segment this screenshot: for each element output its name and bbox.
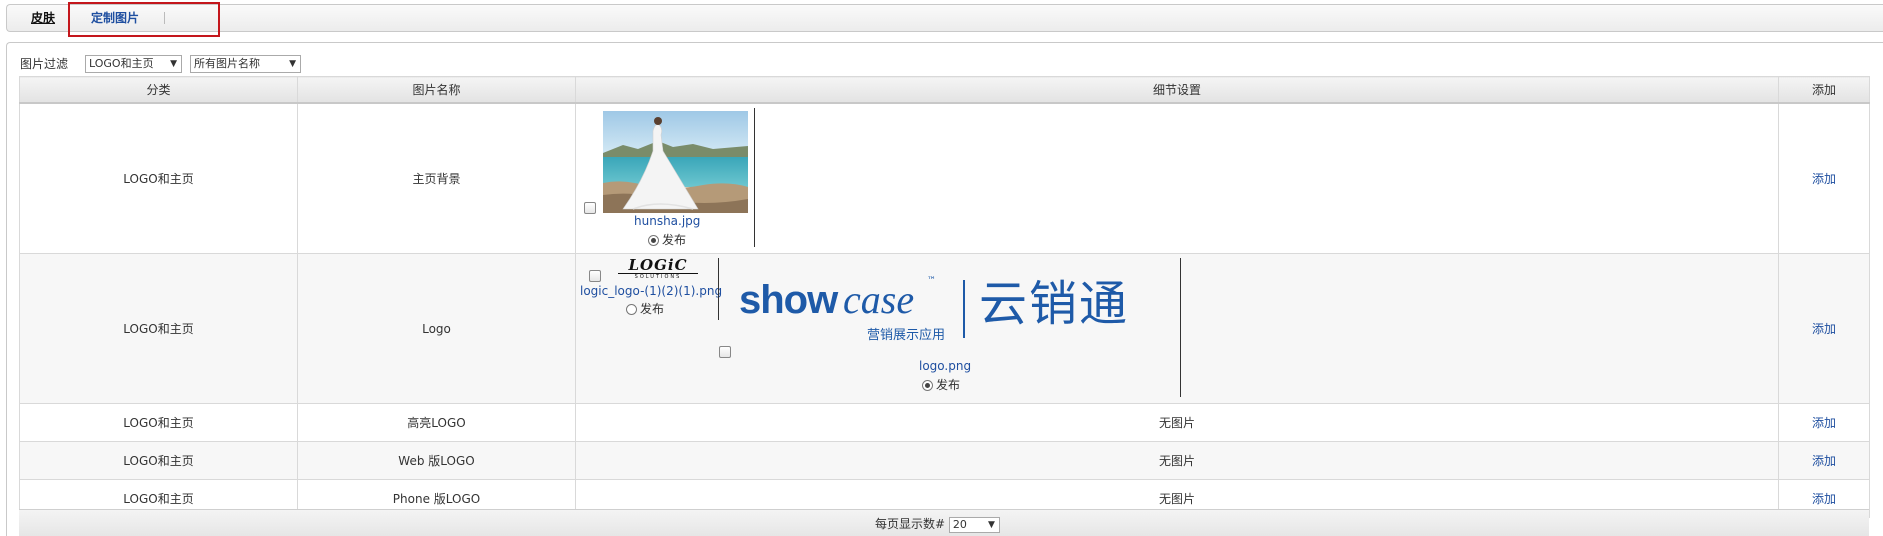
add-image-link[interactable]: 添加 bbox=[1812, 322, 1836, 336]
cell-add: 添加 bbox=[1778, 102, 1870, 254]
dropdown-arrow-icon: ▼ bbox=[289, 59, 296, 69]
logic-logo-thumbnail[interactable]: LOGiC SOLUTIONS bbox=[618, 258, 698, 280]
add-image-link[interactable]: 添加 bbox=[1812, 172, 1836, 186]
cell-category: LOGO和主页 bbox=[19, 403, 298, 442]
image-item: hunsha.jpg 发布 bbox=[576, 108, 756, 251]
cell-category: LOGO和主页 bbox=[19, 253, 298, 404]
publish-radio[interactable] bbox=[648, 235, 659, 246]
cell-image-name: 主页背景 bbox=[297, 102, 576, 254]
cell-add: 添加 bbox=[1778, 441, 1870, 480]
image-item: LOGiC SOLUTIONS logic_logo-(1)(2)(1).png… bbox=[576, 258, 722, 320]
per-page-select[interactable]: 20 ▼ bbox=[948, 516, 1000, 533]
table-row: LOGO和主页 主页背景 hunsha.jpg 发布 添加 bbox=[19, 102, 1870, 254]
table-row: LOGO和主页 高亮LOGO 无图片 添加 bbox=[19, 403, 1870, 442]
per-page-value: 20 bbox=[952, 517, 967, 531]
cell-no-image: 无图片 bbox=[575, 403, 1779, 442]
dropdown-arrow-icon: ▼ bbox=[170, 59, 177, 69]
add-image-link[interactable]: 添加 bbox=[1812, 416, 1836, 430]
add-image-link[interactable]: 添加 bbox=[1812, 454, 1836, 468]
cell-image-name: 高亮LOGO bbox=[297, 403, 576, 442]
tab-bar: 皮肤 定制图片 bbox=[6, 4, 1883, 32]
images-table: 分类 图片名称 细节设置 添加 LOGO和主页 主页背景 hunsha.jpg … bbox=[19, 76, 1870, 518]
logic-logo-text: LOGiC bbox=[628, 256, 688, 274]
publish-option[interactable]: 发布 bbox=[922, 376, 960, 393]
table-row: LOGO和主页 Logo LOGiC SOLUTIONS logic_logo-… bbox=[19, 253, 1870, 404]
image-filename-link[interactable]: logo.png bbox=[919, 359, 971, 373]
name-filter-value: 所有图片名称 bbox=[194, 57, 260, 70]
publish-option[interactable]: 发布 bbox=[626, 300, 664, 317]
wedding-photo-thumbnail[interactable] bbox=[603, 111, 748, 213]
showcase-brand-bold: show bbox=[739, 278, 838, 322]
image-select-checkbox[interactable] bbox=[719, 346, 731, 358]
add-image-link[interactable]: 添加 bbox=[1812, 492, 1836, 506]
logo-divider-bar bbox=[963, 280, 965, 338]
publish-label: 发布 bbox=[640, 302, 665, 316]
logic-logo-subtext: SOLUTIONS bbox=[618, 273, 698, 280]
header-add: 添加 bbox=[1778, 76, 1870, 104]
image-filename-link[interactable]: hunsha.jpg bbox=[634, 214, 700, 228]
name-filter-select[interactable]: 所有图片名称 ▼ bbox=[190, 55, 301, 73]
cell-no-image: 无图片 bbox=[575, 441, 1779, 480]
trademark-mark: ™ bbox=[927, 276, 936, 286]
cell-add: 添加 bbox=[1778, 403, 1870, 442]
cell-image-name: Web 版LOGO bbox=[297, 441, 576, 480]
showcase-logo-thumbnail[interactable]: show case ™ 营销展示应用 云销通 bbox=[739, 272, 1179, 357]
per-page-control: 每页显示数# 20 ▼ bbox=[875, 516, 1000, 533]
cell-category: LOGO和主页 bbox=[19, 102, 298, 254]
image-divider bbox=[1180, 258, 1181, 397]
publish-option[interactable]: 发布 bbox=[648, 231, 686, 248]
image-select-checkbox[interactable] bbox=[584, 202, 596, 214]
cell-image-name: Logo bbox=[297, 253, 576, 404]
image-filename-link[interactable]: logic_logo-(1)(2)(1).png bbox=[580, 284, 722, 298]
table-footer: 每页显示数# 20 ▼ bbox=[19, 509, 1869, 536]
cell-detail: LOGiC SOLUTIONS logic_logo-(1)(2)(1).png… bbox=[575, 253, 1779, 404]
active-tab-highlight bbox=[68, 2, 220, 37]
category-filter-value: LOGO和主页 bbox=[89, 57, 154, 70]
dropdown-arrow-icon: ▼ bbox=[987, 519, 995, 530]
table-header-row: 分类 图片名称 细节设置 添加 bbox=[19, 76, 1870, 104]
image-select-checkbox[interactable] bbox=[589, 270, 601, 282]
header-image-name: 图片名称 bbox=[297, 76, 576, 104]
cell-add: 添加 bbox=[1778, 253, 1870, 404]
header-detail-settings: 细节设置 bbox=[575, 76, 1779, 104]
showcase-cn-name: 云销通 bbox=[979, 276, 1130, 332]
image-item: show case ™ 营销展示应用 云销通 logo.png 发布 bbox=[719, 258, 1181, 401]
showcase-tagline: 营销展示应用 bbox=[867, 328, 946, 343]
cell-detail: hunsha.jpg 发布 bbox=[575, 102, 1779, 254]
per-page-label: 每页显示数# bbox=[875, 517, 946, 531]
publish-label: 发布 bbox=[662, 233, 687, 247]
publish-label: 发布 bbox=[936, 378, 961, 392]
tab-skin[interactable]: 皮肤 bbox=[31, 5, 55, 31]
table-row: LOGO和主页 Web 版LOGO 无图片 添加 bbox=[19, 441, 1870, 480]
header-category: 分类 bbox=[19, 76, 298, 104]
cell-category: LOGO和主页 bbox=[19, 441, 298, 480]
category-filter-select[interactable]: LOGO和主页 ▼ bbox=[85, 55, 182, 73]
publish-radio[interactable] bbox=[626, 304, 637, 315]
filter-label: 图片过滤 bbox=[20, 57, 69, 71]
image-divider bbox=[754, 108, 755, 247]
showcase-brand-italic: case bbox=[843, 277, 915, 322]
publish-radio[interactable] bbox=[922, 380, 933, 391]
